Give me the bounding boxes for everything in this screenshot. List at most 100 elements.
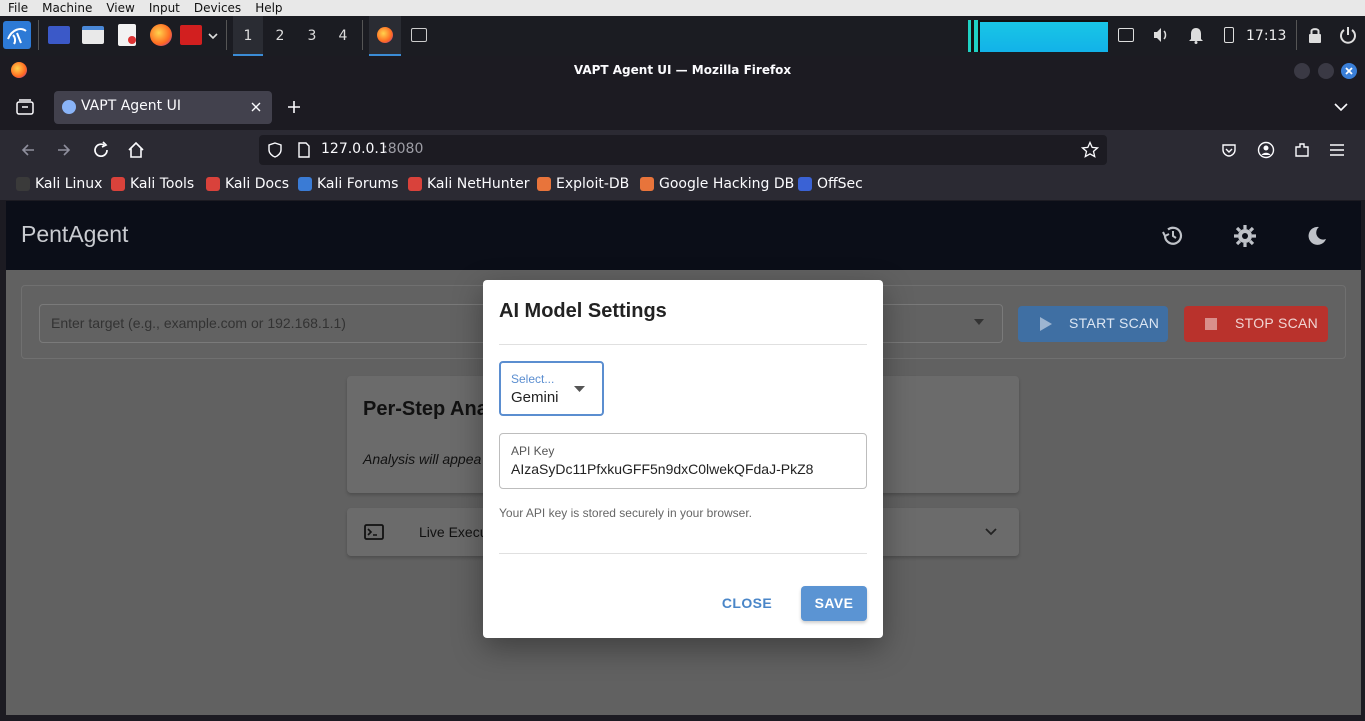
vm-menu-bar: File Machine View Input Devices Help [0,0,1365,16]
bookmark-kali-nethunter[interactable]: Kali NetHunter [408,176,529,192]
workspace-4[interactable]: 4 [328,16,358,56]
save-button[interactable]: SAVE [801,586,867,621]
notifications-icon[interactable] [1188,26,1204,44]
model-select-label: Select... [511,372,555,386]
model-select-value: Gemini [511,389,559,406]
file-manager-icon[interactable] [82,26,104,44]
workspace-3[interactable]: 3 [297,16,327,56]
menu-devices[interactable]: Devices [186,0,247,16]
api-key-helper-text: Your API key is stored securely in your … [499,506,753,520]
exploit-db-icon [537,177,551,191]
firefox-icon [11,62,27,78]
extensions-icon[interactable] [1293,141,1311,159]
api-key-label: API Key [511,444,555,458]
dialog-title: AI Model Settings [499,300,667,322]
analysis-placeholder: Analysis will appea [363,451,482,467]
dialog-divider-bottom [499,553,867,554]
firefox-view-icon[interactable] [16,99,34,115]
close-button[interactable]: CLOSE [715,586,779,620]
stop-scan-label: STOP SCAN [1235,315,1319,331]
offsec-icon [798,177,812,191]
ghdb-icon [640,177,654,191]
hamburger-menu-icon[interactable] [1329,143,1345,157]
logout-icon[interactable] [1339,26,1357,44]
workspace-1[interactable]: 1 [233,16,263,56]
api-key-field[interactable]: API Key AIzaSyDc11PfxkuGFF5n9dxC0lwekQFd… [499,433,867,489]
live-execution-label: Live Execu [419,524,488,540]
minimize-button[interactable] [1294,63,1310,79]
menu-help[interactable]: Help [247,0,288,16]
globe-icon [62,100,76,114]
bookmark-offsec[interactable]: OffSec [798,176,863,192]
ai-model-settings-dialog: AI Model Settings Select... Gemini API K… [483,280,883,638]
volume-icon[interactable] [1152,26,1170,44]
workspace-2[interactable]: 2 [265,16,295,56]
navigation-toolbar: 127.0.0.1 :8080 [0,130,1365,170]
list-all-tabs-icon[interactable] [1334,101,1348,113]
model-select[interactable]: Select... Gemini [499,361,604,416]
settings-gear-icon[interactable] [1232,223,1258,249]
kali-nethunter-icon [408,177,422,191]
window-title: VAPT Agent UI — Mozilla Firefox [573,63,792,77]
bookmark-kali-forums[interactable]: Kali Forums [298,176,398,192]
menu-file[interactable]: File [0,0,34,16]
pocket-icon[interactable] [1221,142,1237,158]
bookmark-star-icon[interactable] [1081,141,1099,159]
home-icon[interactable] [127,141,145,159]
kali-forums-icon [298,177,312,191]
close-tab-icon[interactable] [250,101,262,113]
start-scan-button[interactable]: START SCAN [1018,306,1168,342]
firefox-icon [377,27,393,43]
url-port: :8080 [383,141,424,157]
firefox-launcher-icon[interactable] [150,24,172,46]
menu-view[interactable]: View [98,0,140,16]
bookmark-exploit-db[interactable]: Exploit-DB [537,176,629,192]
desktop-panel: 1 2 3 4 17:13 [0,16,1365,56]
tab-strip: VAPT Agent UI [0,86,1365,130]
forward-icon[interactable] [56,142,72,158]
kali-menu-icon[interactable] [3,21,31,49]
analysis-title: Per-Step Ana [363,398,488,420]
new-tab-icon[interactable] [287,100,301,114]
battery-icon[interactable] [1224,27,1234,43]
page-icon[interactable] [297,142,311,158]
menu-input[interactable]: Input [141,0,186,16]
window-close-button[interactable] [1341,63,1357,79]
menu-machine[interactable]: Machine [34,0,98,16]
app-brand: PentAgent [21,221,129,247]
chevron-down-icon[interactable] [207,30,219,42]
url-host: 127.0.0.1 [321,141,388,157]
tab-vapt-agent[interactable]: VAPT Agent UI [54,91,272,124]
shield-icon[interactable] [267,142,283,158]
text-editor-icon[interactable] [118,24,136,46]
window-title-bar: VAPT Agent UI — Mozilla Firefox [0,56,1365,86]
clock[interactable]: 17:13 [1246,16,1286,56]
expand-chevron-icon[interactable] [985,527,997,537]
bookmark-kali-docs[interactable]: Kali Docs [206,176,289,192]
target-dropdown-icon[interactable] [973,318,985,326]
start-scan-label: START SCAN [1069,315,1160,331]
reload-icon[interactable] [92,141,110,159]
dark-mode-icon[interactable] [1304,223,1330,249]
bookmark-kali-tools[interactable]: Kali Tools [111,176,194,192]
kali-dragon-icon [16,177,30,191]
back-icon[interactable] [20,142,36,158]
lock-icon[interactable] [1307,26,1323,44]
url-bar[interactable]: 127.0.0.1 :8080 [259,135,1107,165]
kali-tools-icon [111,177,125,191]
maximize-button[interactable] [1318,63,1334,79]
account-icon[interactable] [1257,141,1275,159]
stop-scan-button[interactable]: STOP SCAN [1184,306,1328,342]
terminal-launcher-icon[interactable] [48,26,70,44]
taskbar-firefox[interactable] [369,16,401,56]
network-icon[interactable] [1118,28,1134,42]
bookmark-kali-linux[interactable]: Kali Linux [16,176,102,192]
terminal-icon [364,524,384,540]
terminal-root-icon[interactable] [180,25,202,45]
history-icon[interactable] [1160,223,1186,249]
tab-title: VAPT Agent UI [81,98,181,114]
api-key-value: AIzaSyDc11PfxkuGFF5n9dxC0lwekQFdaJ-PkZ8 [511,461,814,477]
taskbar-terminal-icon[interactable] [411,28,427,42]
bookmark-google-hacking-db[interactable]: Google Hacking DB [640,176,794,192]
app-bar: PentAgent [6,201,1361,270]
